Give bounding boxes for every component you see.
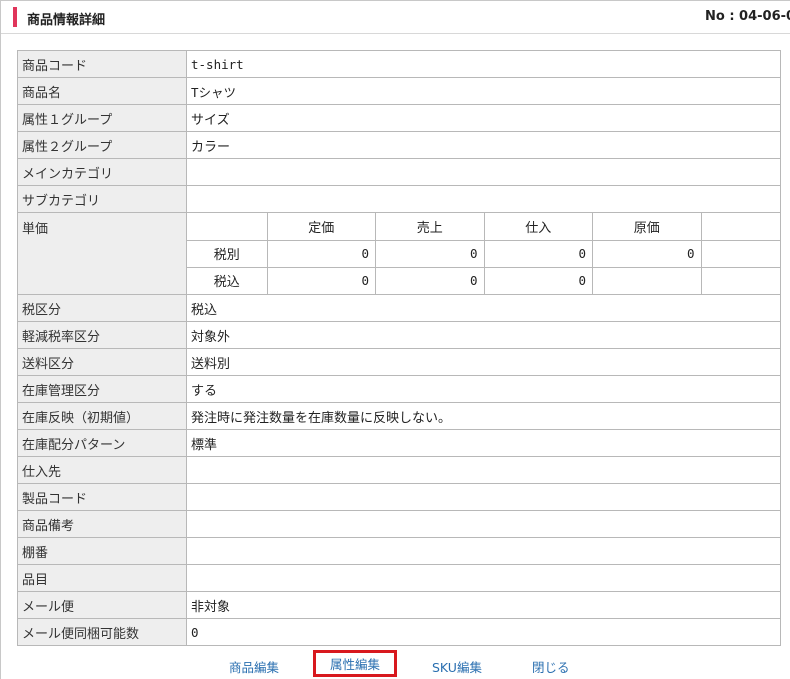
field-label: 軽減税率区分 xyxy=(17,321,187,349)
field-label: 属性１グループ xyxy=(17,104,187,132)
table-row: 送料区分 送料別 xyxy=(17,348,781,376)
table-row: 仕入先 xyxy=(17,456,781,484)
table-row: 棚番 xyxy=(17,537,781,565)
field-value xyxy=(186,510,781,538)
field-value: 対象外 xyxy=(186,321,781,349)
price-value: 0 xyxy=(266,266,376,294)
field-value xyxy=(186,483,781,511)
table-row: メインカテゴリ xyxy=(17,158,781,186)
field-value: t-shirt xyxy=(186,50,781,78)
price-value: 0 xyxy=(375,239,485,268)
field-value xyxy=(186,185,781,213)
field-label: 棚番 xyxy=(17,537,187,565)
field-label: 商品備考 xyxy=(17,510,187,538)
edit-attribute-link[interactable]: 属性編集 xyxy=(313,650,398,677)
price-header-row: 定価 売上 仕入 原価 xyxy=(187,213,780,241)
price-value xyxy=(592,266,702,294)
edit-sku-link[interactable]: SKU編集 xyxy=(432,657,482,676)
record-number: No : 04-06-0 xyxy=(705,9,790,24)
edit-product-link[interactable]: 商品編集 xyxy=(229,657,279,676)
field-label: 品目 xyxy=(17,564,187,592)
price-col-header: 原価 xyxy=(592,213,702,241)
price-value: 0 xyxy=(266,239,376,268)
field-label: 仕入先 xyxy=(17,456,187,484)
footer-actions: 商品編集 属性編集 SKU編集 閉じる xyxy=(1,650,790,679)
field-value: 送料別 xyxy=(186,348,781,376)
field-label: 製品コード xyxy=(17,483,187,511)
field-label: 在庫反映（初期値） xyxy=(17,402,187,430)
price-spacer xyxy=(700,239,780,268)
table-row: 商品備考 xyxy=(17,510,781,538)
table-row: 商品名 Tシャツ xyxy=(17,77,781,105)
table-row: サブカテゴリ xyxy=(17,185,781,213)
price-corner xyxy=(187,213,268,241)
table-row: 属性２グループ カラー xyxy=(17,131,781,159)
field-label: 商品コード xyxy=(17,50,187,78)
price-row-label: 税別 xyxy=(187,239,268,268)
table-row: 製品コード xyxy=(17,483,781,511)
field-label: サブカテゴリ xyxy=(17,185,187,213)
field-value xyxy=(186,564,781,592)
field-value: 税込 xyxy=(186,294,781,322)
page-title: 商品情報詳細 xyxy=(27,13,106,28)
close-link[interactable]: 閉じる xyxy=(532,657,570,676)
table-row: 属性１グループ サイズ xyxy=(17,104,781,132)
price-value: 0 xyxy=(483,239,593,268)
price-spacer xyxy=(700,266,780,294)
header-accent-bar xyxy=(13,7,17,27)
price-spacer xyxy=(700,213,780,241)
field-value xyxy=(186,158,781,186)
price-cell: 定価 売上 仕入 原価 税別 0 0 0 0 税込 0 0 0 xyxy=(186,212,781,295)
field-value: 発注時に発注数量を在庫数量に反映しない。 xyxy=(186,402,781,430)
field-value xyxy=(186,537,781,565)
table-row: メール便 非対象 xyxy=(17,591,781,619)
table-row: 軽減税率区分 対象外 xyxy=(17,321,781,349)
field-label: 送料区分 xyxy=(17,348,187,376)
price-row-label: 税込 xyxy=(187,266,268,294)
price-data-row: 税別 0 0 0 0 xyxy=(187,239,780,268)
field-value: 非対象 xyxy=(186,591,781,619)
field-value: 標準 xyxy=(186,429,781,457)
price-data-row: 税込 0 0 0 xyxy=(187,266,780,294)
field-value: サイズ xyxy=(186,104,781,132)
price-table: 定価 売上 仕入 原価 税別 0 0 0 0 税込 0 0 0 xyxy=(187,213,780,294)
field-value xyxy=(186,456,781,484)
price-value: 0 xyxy=(592,239,702,268)
table-row: 在庫配分パターン 標準 xyxy=(17,429,781,457)
product-detail-table: 商品コード t-shirt 商品名 Tシャツ 属性１グループ サイズ 属性２グル… xyxy=(17,50,781,646)
table-row: メール便同梱可能数 0 xyxy=(17,618,781,646)
field-label: メール便同梱可能数 xyxy=(17,618,187,646)
field-label: メインカテゴリ xyxy=(17,158,187,186)
field-value: カラー xyxy=(186,131,781,159)
price-col-header: 売上 xyxy=(375,213,485,241)
table-row: 商品コード t-shirt xyxy=(17,50,781,78)
table-row: 品目 xyxy=(17,564,781,592)
field-label: 商品名 xyxy=(17,77,187,105)
field-value: Tシャツ xyxy=(186,77,781,105)
price-value: 0 xyxy=(483,266,593,294)
table-row: 在庫管理区分 する xyxy=(17,375,781,403)
product-detail-window: 商品情報詳細 No : 04-06-0 商品コード t-shirt 商品名 Tシ… xyxy=(0,0,790,679)
price-row: 単価 定価 売上 仕入 原価 税別 0 0 0 0 税込 0 0 0 xyxy=(17,212,781,295)
field-label: 在庫管理区分 xyxy=(17,375,187,403)
table-row: 在庫反映（初期値） 発注時に発注数量を在庫数量に反映しない。 xyxy=(17,402,781,430)
page-header: 商品情報詳細 No : 04-06-0 xyxy=(1,1,790,34)
field-label: 税区分 xyxy=(17,294,187,322)
field-label: 在庫配分パターン xyxy=(17,429,187,457)
price-label: 単価 xyxy=(17,212,187,295)
field-value: 0 xyxy=(186,618,781,646)
table-row: 税区分 税込 xyxy=(17,294,781,322)
price-col-header: 仕入 xyxy=(483,213,593,241)
price-col-header: 定価 xyxy=(266,213,376,241)
field-label: メール便 xyxy=(17,591,187,619)
price-value: 0 xyxy=(375,266,485,294)
field-label: 属性２グループ xyxy=(17,131,187,159)
field-value: する xyxy=(186,375,781,403)
